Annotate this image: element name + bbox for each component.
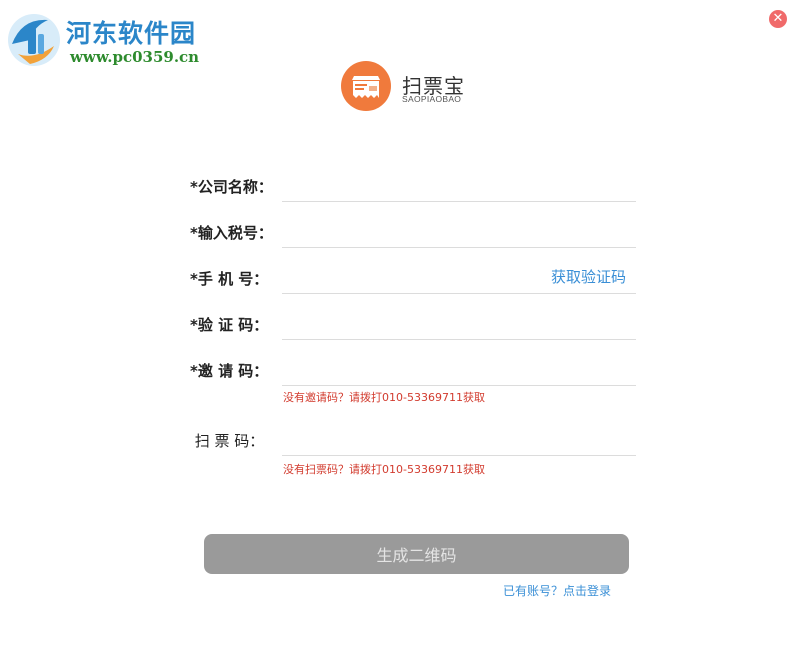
brand-subtitle: SAOPIAOBAO	[402, 94, 462, 104]
phone-label: *手 机 号：	[190, 270, 269, 288]
invite-code-row: *邀 请 码：	[190, 356, 636, 386]
verification-code-row: *验 证 码：	[190, 310, 636, 340]
company-name-row: *公司名称：	[190, 172, 636, 202]
brand-logo-icon	[341, 61, 391, 111]
scan-code-input[interactable]	[282, 426, 636, 456]
scan-code-hint: 没有扫票码？请拨打010-53369711获取	[283, 463, 485, 476]
close-button[interactable]: ✕	[769, 10, 787, 28]
invite-code-label: *邀 请 码：	[190, 362, 269, 380]
watermark-logo-icon	[8, 14, 60, 66]
company-name-label: *公司名称：	[190, 178, 273, 196]
phone-row: *手 机 号： 获取验证码	[190, 264, 636, 294]
close-icon: ✕	[772, 11, 784, 26]
tax-number-input[interactable]	[282, 218, 636, 248]
login-link[interactable]: 已有账号？点击登录	[503, 582, 611, 599]
tax-number-row: *输入税号：	[190, 218, 636, 248]
tax-number-label: *输入税号：	[190, 224, 273, 242]
company-name-input[interactable]	[282, 172, 636, 202]
watermark: 河东软件园 www.pc0359.cn	[4, 8, 214, 70]
get-code-link[interactable]: 获取验证码	[551, 266, 626, 287]
verification-code-label: *验 证 码：	[190, 316, 269, 334]
watermark-title: 河东软件园	[66, 19, 197, 48]
generate-qrcode-button[interactable]: 生成二维码	[204, 534, 629, 574]
brand-header: 扫票宝 SAOPIAOBAO	[340, 60, 480, 124]
scan-code-label: 扫 票 码：	[190, 432, 265, 450]
invite-code-input[interactable]	[282, 356, 636, 386]
verification-code-input[interactable]	[282, 310, 636, 340]
watermark-url: www.pc0359.cn	[70, 48, 200, 66]
invite-code-hint: 没有邀请码？请拨打010-53369711获取	[283, 391, 485, 404]
scan-code-row: 扫 票 码：	[190, 426, 636, 456]
